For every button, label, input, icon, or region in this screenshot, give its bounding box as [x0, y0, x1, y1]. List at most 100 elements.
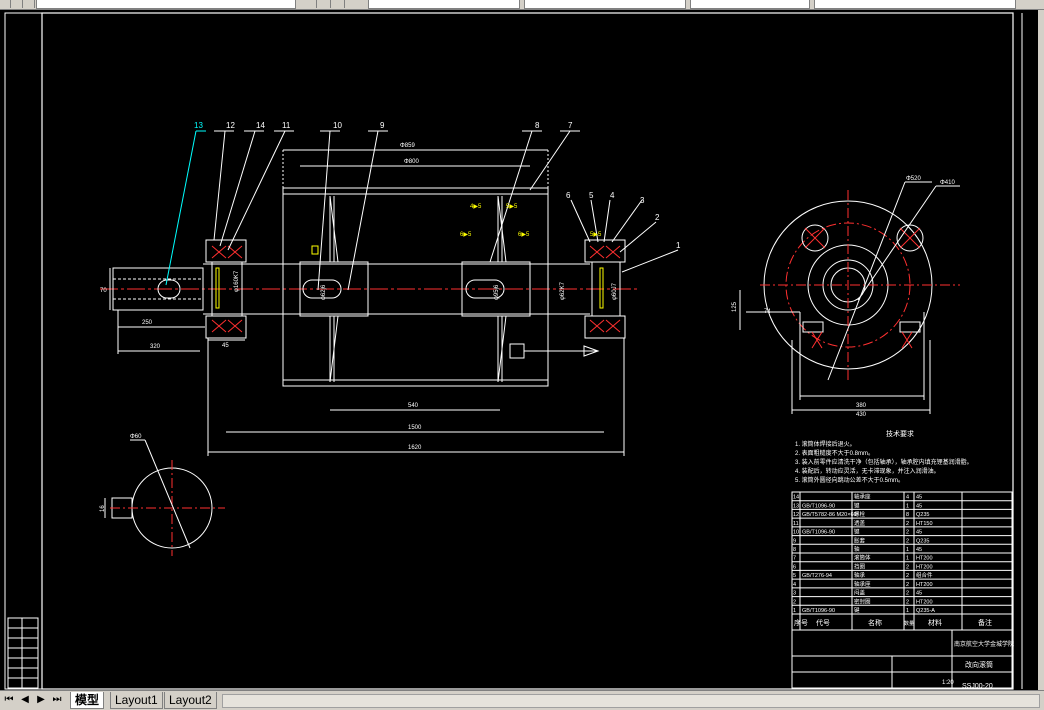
bom-cell: 2: [906, 564, 909, 570]
balloon-6: 6: [566, 191, 571, 200]
bom-cell: 螺栓: [854, 510, 866, 518]
bom-cell: 1: [906, 608, 909, 614]
dim-text: 1620: [408, 445, 422, 451]
tab-model[interactable]: 模型: [70, 692, 105, 709]
balloon-14: 14: [256, 121, 265, 130]
bom-cell: 8: [906, 512, 909, 518]
bom-cell: GB/T5782-86 M20×60: [802, 512, 857, 518]
bom-cell: 7: [793, 556, 796, 562]
bom-cell: 1: [906, 556, 909, 562]
lineweight-dropdown[interactable]: [690, 0, 810, 9]
vertical-scrollbar[interactable]: [1038, 10, 1044, 690]
dim-text: 540: [408, 403, 419, 409]
balloon-9: 9: [380, 121, 385, 130]
bom-cell: 透盖: [854, 519, 866, 527]
bom-cell: HT200: [916, 556, 933, 562]
first-tab-button[interactable]: ⏮: [2, 693, 16, 707]
dim-text: φ62j6: [321, 284, 327, 300]
dim-text: 250: [142, 320, 153, 326]
next-tab-button[interactable]: ▶: [34, 693, 48, 707]
toolbar-button[interactable]: [334, 0, 345, 8]
bom-cell: 胀套: [854, 536, 866, 544]
header-cell: 代号: [816, 618, 830, 627]
dim-text: 320: [150, 344, 161, 350]
balloon-5: 5: [589, 191, 594, 200]
toolbar-button[interactable]: [320, 0, 331, 8]
weld-text: 6▶5: [460, 232, 472, 238]
bom-cell: GB/T1096-90: [802, 503, 835, 509]
bom-cell: 键: [854, 501, 860, 509]
bom-cell: 2: [906, 573, 909, 579]
bom-cell: 轴承座: [854, 580, 871, 588]
tab-layout2[interactable]: Layout2: [164, 692, 217, 709]
key-section-view: [104, 439, 225, 556]
color-dropdown[interactable]: [368, 0, 520, 9]
balloon-4: 4: [610, 191, 615, 200]
toolbar-button[interactable]: [0, 0, 11, 8]
toolbar-strip: [0, 0, 1044, 10]
bom-cell: GB/T1096-90: [802, 608, 835, 614]
balloon-labels: 13 12 14 11 10 9 8 7 6 5 4 3 2 1: [194, 121, 681, 250]
bom-cell: 滚筒体: [854, 554, 871, 562]
balloon-11: 11: [282, 121, 291, 130]
bom-cell: GB/T276-94: [802, 573, 832, 579]
drawing-number: SSJ00-20: [962, 683, 993, 690]
dim-text: 125: [732, 301, 738, 312]
bom-cell: 轴: [854, 545, 860, 553]
bom-cell: 轴承座: [854, 493, 871, 501]
tech-line: 2. 表面粗糙度不大于0.8mm。: [795, 449, 874, 457]
balloon-12: 12: [226, 121, 235, 130]
tech-line: 3. 装入前零件应清洗干净（包括轴承），轴承腔内填充锂基润滑脂。: [795, 458, 973, 466]
bom-cell: 4: [793, 582, 796, 588]
bom-cell: 键: [854, 606, 860, 614]
bom-cell: 键: [854, 528, 860, 536]
main-section-view: [100, 130, 679, 456]
bom-cell: 1: [906, 547, 909, 553]
bom-cell: 2: [906, 530, 909, 536]
tech-title: 技术要求: [886, 429, 914, 438]
plotstyle-dropdown[interactable]: [814, 0, 1016, 9]
side-view: [739, 181, 960, 414]
weld-text: 4▶5: [470, 204, 482, 210]
drawing-canvas[interactable]: 13 12 14 11 10 9 8 7 6 5 4 3 2 1 Φ859 Φ8…: [0, 10, 1044, 690]
bom-cell: 轴承: [854, 571, 866, 579]
header-cell: 材料: [928, 618, 942, 627]
horizontal-scrollbar[interactable]: [222, 694, 1040, 708]
tech-requirements: 技术要求 1. 滚筒体焊接后退火。 2. 表面粗糙度不大于0.8mm。 3. 装…: [795, 429, 973, 484]
bom-cell: 挡圈: [854, 562, 866, 570]
prev-tab-button[interactable]: ◀: [18, 693, 32, 707]
balloon-7: 7: [568, 121, 573, 130]
linetype-dropdown[interactable]: [524, 0, 686, 9]
toolbar-button[interactable]: [24, 0, 35, 8]
bom-cell: 14: [793, 495, 799, 501]
balloon-2: 2: [655, 213, 660, 222]
header-cell: 名称: [868, 618, 882, 627]
dim-text: φ60J7: [612, 282, 618, 300]
bom-cell: 2: [906, 591, 909, 597]
dim-text: φ95j6: [494, 284, 500, 300]
header-cell: 数量: [904, 620, 914, 627]
toolbar-button[interactable]: [306, 0, 317, 8]
dim-text: Φ800: [404, 159, 419, 165]
dim-text: 70: [100, 288, 107, 294]
dim-text: Φ859: [400, 143, 415, 149]
bom-cell: 2: [906, 538, 909, 544]
bom-cell: 8: [793, 547, 796, 553]
last-tab-button[interactable]: ⏭: [50, 693, 64, 707]
toolbar-button[interactable]: [12, 0, 23, 8]
weld-text: 6▶5: [518, 232, 530, 238]
bom-cell: 3: [793, 591, 796, 597]
layer-dropdown[interactable]: [36, 0, 296, 9]
tech-line: 4. 装配后，转动应灵活，无卡滞现象，并注入润滑油。: [795, 467, 940, 475]
bom-cell: 45: [916, 503, 922, 509]
bom-cell: 45: [916, 591, 922, 597]
bom-cell: 6: [793, 564, 796, 570]
balloon-1: 1: [676, 241, 681, 250]
bom-cell: 1: [906, 503, 909, 509]
bom-cell: 密封圈: [854, 597, 871, 605]
bom-cell: HT150: [916, 521, 933, 527]
bom-cell: Q235: [916, 538, 929, 544]
part-name: 改向滚筒: [965, 660, 993, 669]
bom-cell: 5: [793, 573, 796, 579]
tab-layout1[interactable]: Layout1: [110, 692, 163, 709]
